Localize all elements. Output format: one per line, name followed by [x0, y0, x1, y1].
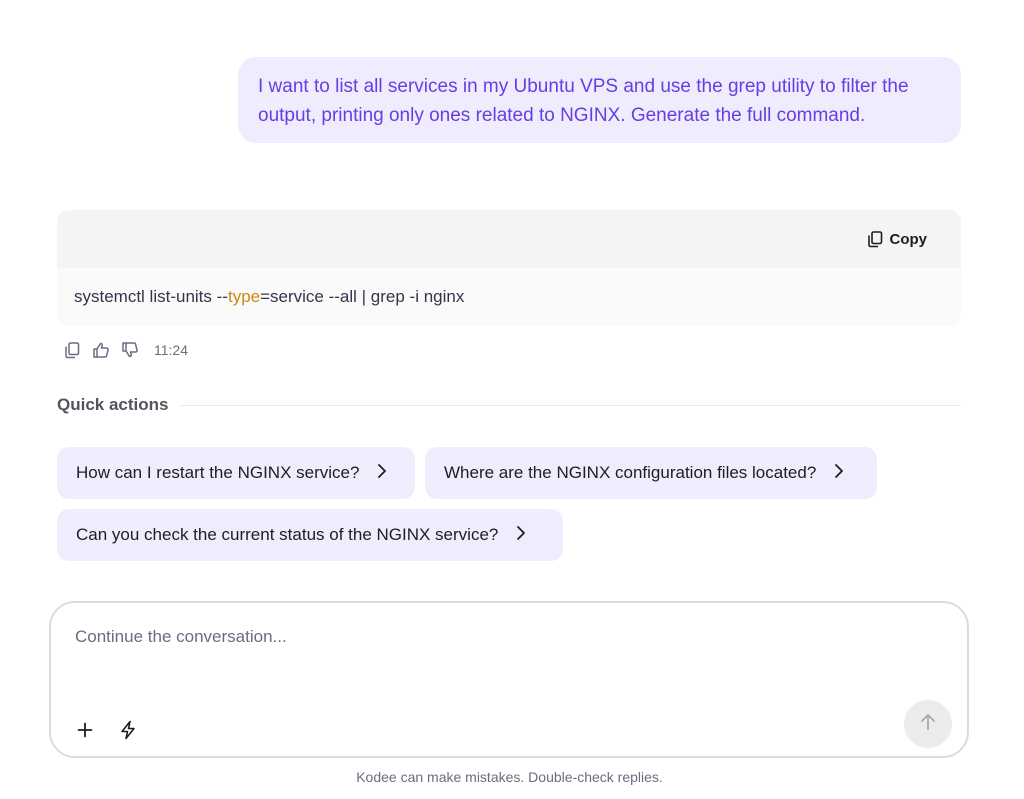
user-message-bubble: I want to list all services in my Ubuntu…: [238, 57, 961, 143]
user-message-text: I want to list all services in my Ubuntu…: [258, 76, 909, 126]
lightning-icon[interactable]: [116, 718, 140, 742]
code-text-keyword: type: [227, 287, 261, 306]
quick-action-chip[interactable]: Can you check the current status of the …: [57, 509, 563, 561]
code-block: Copy systemctl list-units -- type =service…: [57, 210, 961, 326]
message-timestamp: 11:24: [154, 342, 188, 358]
copy-code-button[interactable]: Copy: [866, 230, 928, 248]
quick-action-label: How can I restart the NGINX service?: [76, 463, 360, 482]
message-actions: 11:24: [62, 340, 188, 360]
send-button[interactable]: [904, 700, 952, 748]
arrow-up-icon: [920, 713, 936, 736]
chevron-right-icon: [816, 463, 844, 484]
quick-action-chip[interactable]: Where are the NGINX configuration files …: [425, 447, 877, 499]
quick-actions-title: Quick actions: [57, 395, 169, 414]
quick-actions-divider: [180, 404, 961, 406]
copy-message-icon[interactable]: [62, 340, 82, 360]
quick-actions-header: Quick actions: [57, 395, 961, 415]
thumbs-down-icon[interactable]: [120, 340, 140, 360]
plus-icon[interactable]: [73, 718, 97, 742]
code-block-header: Copy: [57, 210, 961, 268]
code-text-pre: systemctl list-units --: [74, 287, 228, 306]
message-input[interactable]: [73, 625, 937, 689]
chevron-right-icon: [498, 525, 526, 546]
copy-icon: [866, 230, 884, 248]
message-composer: [49, 601, 969, 758]
code-text-post: =service --all | grep -i nginx: [260, 287, 465, 306]
quick-action-label: Where are the NGINX configuration files …: [444, 463, 817, 482]
quick-action-chip[interactable]: How can I restart the NGINX service?: [57, 447, 415, 499]
chat-page: I want to list all services in my Ubuntu…: [0, 0, 1024, 799]
disclaimer-text: Kodee can make mistakes. Double-check re…: [356, 769, 663, 785]
chevron-right-icon: [359, 463, 387, 484]
thumbs-up-icon[interactable]: [91, 340, 111, 360]
copy-label: Copy: [889, 230, 928, 248]
code-content[interactable]: systemctl list-units -- type =service --al…: [57, 268, 961, 326]
quick-action-label: Can you check the current status of the …: [76, 525, 499, 544]
